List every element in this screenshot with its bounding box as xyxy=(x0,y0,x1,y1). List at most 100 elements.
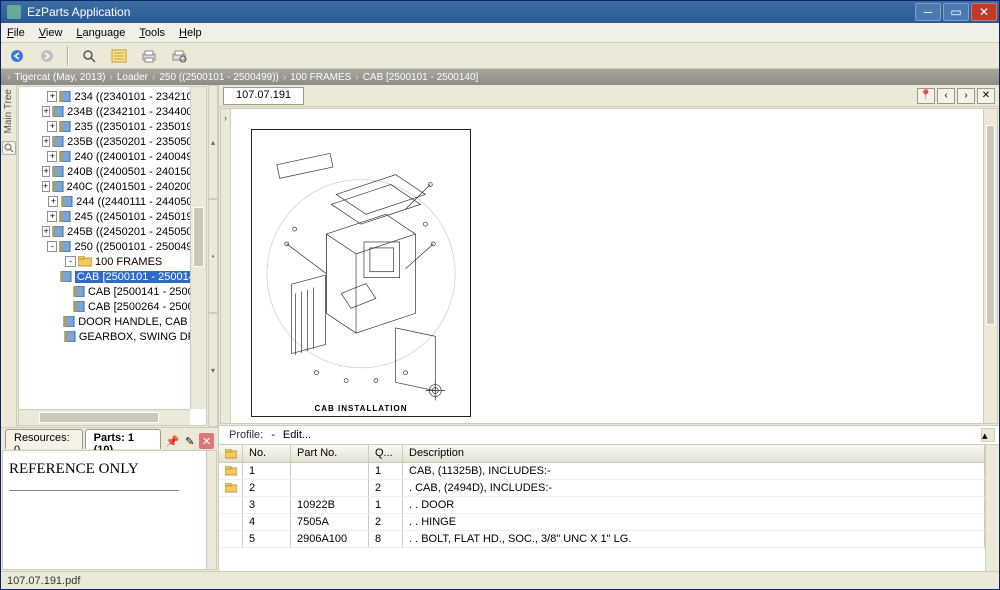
tree-item[interactable]: +234 ((2340101 - 2342100)) xyxy=(19,89,206,104)
file-tab-bar: 107.07.191 📍 ‹ › ✕ xyxy=(219,85,999,107)
tree-expander-icon[interactable]: - xyxy=(65,256,76,267)
file-pin-icon[interactable]: 📍 xyxy=(917,88,935,104)
cell-no: 4 xyxy=(243,514,291,530)
tree-item[interactable]: -100 FRAMES xyxy=(19,254,206,269)
tree-expander-icon[interactable]: + xyxy=(47,211,57,222)
tree-item[interactable]: CAB [2500141 - 250026 xyxy=(19,284,206,299)
print-preview-button[interactable] xyxy=(167,45,191,67)
file-next-icon[interactable]: › xyxy=(957,88,975,104)
tree-expander-icon[interactable]: - xyxy=(47,241,57,252)
book-icon xyxy=(73,286,85,298)
cell-q: 2 xyxy=(369,480,403,496)
file-tab[interactable]: 107.07.191 xyxy=(223,87,304,105)
book-icon xyxy=(59,91,71,103)
viewer-expand-handle[interactable]: › xyxy=(221,109,231,423)
list-button[interactable] xyxy=(107,45,131,67)
tree-vertical-scrollbar[interactable] xyxy=(190,87,206,409)
tree-item[interactable]: +245 ((2450101 - 2450199)) xyxy=(19,209,206,224)
tree-expander-icon[interactable]: + xyxy=(42,136,50,147)
titlebar: EzParts Application ─ ▭ ✕ xyxy=(1,1,999,23)
tree-item-label: GEARBOX, SWING DRIV xyxy=(79,331,206,343)
sidebar-search-icon[interactable] xyxy=(2,141,16,155)
tree-item[interactable]: CAB [2500101 - 2500140] xyxy=(19,269,206,284)
tree-item[interactable]: - 250 ((2500101 - 2500499)) xyxy=(19,239,206,254)
grid-header-no[interactable]: No. xyxy=(243,445,291,462)
table-row[interactable]: 22. CAB, (2494D), INCLUDES:- xyxy=(219,480,985,497)
back-button[interactable] xyxy=(5,45,29,67)
crumb-4[interactable]: CAB [2500101 - 2500140] xyxy=(363,72,479,83)
tree-item[interactable]: +235B ((2350201 - 2350500)) xyxy=(19,134,206,149)
tree-expander-icon[interactable]: + xyxy=(47,151,57,162)
tree-item[interactable]: +235 ((2350101 - 2350199)) xyxy=(19,119,206,134)
tree-item-label: 250 ((2500101 - 2500499)) xyxy=(75,241,206,253)
close-button[interactable]: ✕ xyxy=(971,3,997,21)
grid-header-part[interactable]: Part No. xyxy=(291,445,369,462)
tree-item-label: 240 ((2400101 - 2400499)) xyxy=(75,151,206,163)
sidebar-tab-main-tree[interactable]: Main Tree xyxy=(3,89,14,133)
tab-edit-icon[interactable]: ✎ xyxy=(182,433,197,449)
menu-language[interactable]: Language xyxy=(76,27,125,39)
minimize-button[interactable]: ─ xyxy=(915,3,941,21)
crumb-1[interactable]: Loader xyxy=(117,72,148,83)
table-row[interactable]: 52906A1008. . BOLT, FLAT HD., SOC., 3/8"… xyxy=(219,531,985,548)
tree-pane: +234 ((2340101 - 2342100))+234B ((234210… xyxy=(18,86,207,426)
tree-item-label: 234 ((2340101 - 2342100)) xyxy=(75,91,206,103)
tree-item[interactable]: GEARBOX, SWING DRIV xyxy=(19,329,206,344)
search-button[interactable] xyxy=(77,45,101,67)
tree-expander-icon[interactable]: + xyxy=(47,91,57,102)
menu-file[interactable]: File xyxy=(7,27,25,39)
diagram-page[interactable]: Tigercat xyxy=(231,109,983,423)
tree-horizontal-scrollbar[interactable] xyxy=(19,409,190,425)
profile-edit-link[interactable]: Edit... xyxy=(283,429,311,441)
grid-icon-header[interactable] xyxy=(219,445,243,462)
crumb-2[interactable]: 250 ((2500101 - 2500499)) xyxy=(159,72,279,83)
tree-item-label: 245 ((2450101 - 2450199)) xyxy=(75,211,206,223)
tree-expander-icon[interactable]: + xyxy=(42,166,50,177)
book-icon xyxy=(52,166,64,178)
tab-pin-icon[interactable]: 📌 xyxy=(165,433,181,449)
menu-tools[interactable]: Tools xyxy=(139,27,165,39)
tree-item[interactable]: CAB [2500264 - 250049 xyxy=(19,299,206,314)
menu-help[interactable]: Help xyxy=(179,27,202,39)
cell-desc: . . DOOR xyxy=(403,497,985,513)
tree-expander-icon[interactable]: + xyxy=(48,196,58,207)
tree-expander-icon[interactable]: + xyxy=(42,226,50,237)
file-close-icon[interactable]: ✕ xyxy=(977,88,995,104)
table-row[interactable]: 47505A2. . HINGE xyxy=(219,514,985,531)
tree-item[interactable]: +240B ((2400501 - 2401500)) xyxy=(19,164,206,179)
profile-scroll-up[interactable]: ▴ xyxy=(981,428,995,442)
reference-scrollbar[interactable] xyxy=(206,451,216,569)
tree-expander-icon[interactable]: + xyxy=(42,181,50,192)
book-icon xyxy=(52,106,64,118)
tab-close-icon[interactable]: ✕ xyxy=(199,433,214,449)
book-icon xyxy=(59,211,71,223)
print-button[interactable] xyxy=(137,45,161,67)
tree-item-label: CAB [2500141 - 250026 xyxy=(88,286,206,298)
tree-item[interactable]: +234B ((2342101 - 2344000)) xyxy=(19,104,206,119)
cell-part: 7505A xyxy=(291,514,369,530)
tree-item[interactable]: +244 ((2440111 - 2440500)) xyxy=(19,194,206,209)
tree-expander-icon[interactable]: + xyxy=(42,106,50,117)
grid-scrollbar[interactable] xyxy=(985,445,999,571)
maximize-button[interactable]: ▭ xyxy=(943,3,969,21)
grid-header-qty[interactable]: Q... xyxy=(369,445,403,462)
tree-expander-icon[interactable]: + xyxy=(47,121,57,132)
menu-view[interactable]: View xyxy=(39,27,63,39)
tab-parts[interactable]: Parts: 1 (10) xyxy=(85,429,161,449)
crumb-3[interactable]: 100 FRAMES xyxy=(290,72,351,83)
tab-resources[interactable]: Resources: 0 xyxy=(5,429,83,449)
file-prev-icon[interactable]: ‹ xyxy=(937,88,955,104)
grid-header-desc[interactable]: Description xyxy=(403,445,985,462)
tree-splitter[interactable]: ▴•▾ xyxy=(208,85,218,427)
forward-button[interactable] xyxy=(35,45,59,67)
tree-item[interactable]: +245B ((2450201 - 2450500)) xyxy=(19,224,206,239)
tree-item[interactable]: +240C ((2401501 - 2402000)) xyxy=(19,179,206,194)
row-folder-icon xyxy=(219,514,243,530)
crumb-0[interactable]: Tigercat (May, 2013) xyxy=(14,72,105,83)
tree-item[interactable]: DOOR HANDLE, CAB [25 xyxy=(19,314,206,329)
table-row[interactable]: 11CAB, (11325B), INCLUDES:- xyxy=(219,463,985,480)
tree-item[interactable]: +240 ((2400101 - 2400499)) xyxy=(19,149,206,164)
cell-q: 2 xyxy=(369,514,403,530)
viewer-scrollbar[interactable] xyxy=(983,109,997,423)
table-row[interactable]: 310922B1. . DOOR xyxy=(219,497,985,514)
